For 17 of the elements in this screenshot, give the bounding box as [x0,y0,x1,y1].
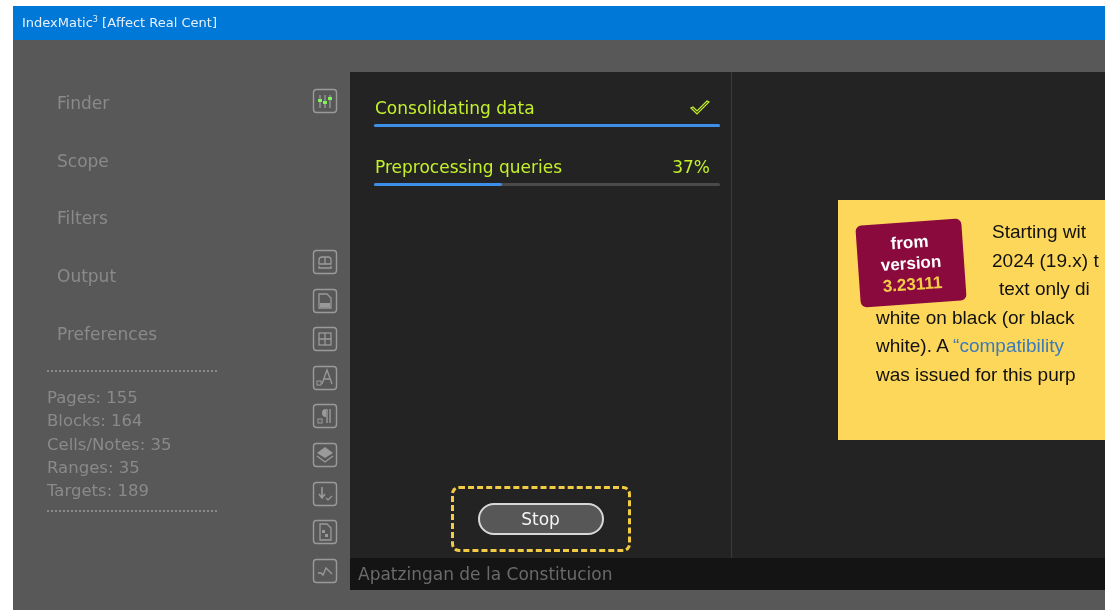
text-icon[interactable] [312,364,338,391]
stop-button[interactable]: Stop [477,503,604,535]
progress-percent: 37% [672,157,710,177]
window-title: IndexMatic$^{3}$ [Affect Real Cent] [22,15,217,31]
task-label: Consolidating data [375,98,535,118]
check-icon [690,100,710,116]
task-label: Preprocessing queries [375,157,563,177]
layers-icon[interactable] [312,441,338,468]
sliders-icon[interactable] [312,88,338,114]
book-icon[interactable] [312,249,338,275]
status-text: Apatzingan de la Constitucion [358,564,613,584]
grid-icon[interactable] [312,326,338,353]
document-icon[interactable] [312,287,338,314]
file-icon[interactable] [312,519,338,546]
compatibility-link[interactable]: “compatibility [953,335,1064,356]
paragraph-icon[interactable] [312,403,338,430]
download-check-icon[interactable] [312,480,338,507]
